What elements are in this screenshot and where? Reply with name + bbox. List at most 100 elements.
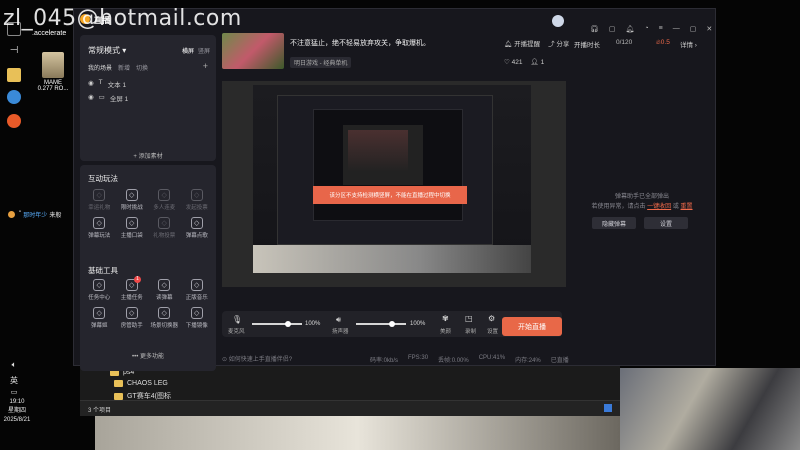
share-button[interactable]: ⤴ 分享 bbox=[548, 38, 569, 48]
item-count: 3 个项目 bbox=[88, 408, 112, 414]
tool-tile[interactable]: ◇ 礼物投票 bbox=[149, 217, 180, 239]
settings-icon[interactable]: ⚙︎ bbox=[488, 314, 495, 323]
background-photo-bottom bbox=[95, 415, 620, 450]
tool-tile[interactable]: ◇ 房管助手 bbox=[117, 307, 148, 329]
add-scene-icon[interactable]: + bbox=[203, 61, 208, 71]
go-live-button[interactable]: 开始直播 bbox=[502, 317, 562, 336]
more-tools-label: 更多功能 bbox=[139, 354, 164, 360]
tab-switch-scene[interactable]: 切换 bbox=[136, 63, 148, 72]
tool-tile-label: 幸运礼物 bbox=[88, 205, 111, 211]
notification-bell-icon[interactable]: 🔔︎ bbox=[626, 25, 635, 33]
tool-tile[interactable]: ◇ 弹幕玩法 bbox=[84, 217, 115, 239]
eye-icon[interactable]: ◉ bbox=[88, 93, 94, 103]
settings-button-label[interactable]: 设置 bbox=[487, 327, 498, 335]
tool-tile[interactable]: ◇ 幸运礼物 bbox=[84, 189, 115, 211]
chat-sender: 那时年少 bbox=[23, 212, 48, 219]
more-tools-button[interactable]: ••• 更多功能 bbox=[80, 351, 216, 360]
tool-tile[interactable]: ◇ 1 主播任务 bbox=[117, 276, 148, 301]
qq-browser-icon[interactable] bbox=[7, 90, 21, 104]
hide-danmaku-button[interactable]: 隐藏弹幕 bbox=[592, 217, 636, 229]
tool-tile[interactable]: ◇ 弹幕姬 bbox=[84, 307, 115, 329]
folder-icon bbox=[114, 380, 123, 387]
pin-icon[interactable]: ⊣ bbox=[7, 44, 21, 58]
notification-icon[interactable]: ▭ bbox=[0, 388, 28, 396]
add-source-button[interactable]: + 添加素材 bbox=[80, 151, 216, 160]
speaker-icon[interactable]: 🔊︎ bbox=[336, 315, 341, 325]
reset-link[interactable]: 重置 bbox=[681, 204, 693, 210]
volume-icon[interactable]: 🔈︎ bbox=[0, 360, 28, 370]
mic-icon[interactable]: 🎙︎ bbox=[232, 315, 242, 324]
tab-add-scene[interactable]: 新增 bbox=[118, 63, 130, 72]
menu-icon[interactable]: ≡ bbox=[659, 25, 663, 33]
tool-tile[interactable]: ◇ 下播镜像 bbox=[182, 307, 213, 329]
view-toggle-icon[interactable] bbox=[604, 404, 612, 412]
danmaku-settings-button[interactable]: 设置 bbox=[644, 217, 688, 229]
tool-tile-label: 发起投票 bbox=[185, 205, 208, 211]
file-explorer-icon[interactable] bbox=[7, 68, 21, 82]
recall-link[interactable]: 一键收回 bbox=[647, 204, 671, 210]
clock-weekday: 星期四 bbox=[7, 408, 26, 414]
tool-tile[interactable]: ◇ 正版音乐 bbox=[182, 279, 213, 301]
help-link[interactable]: ⊙ 如何快速上手直播伴侣? bbox=[222, 354, 292, 363]
orientation-landscape[interactable]: 横屏 bbox=[182, 46, 194, 55]
shield-icon: ◇ bbox=[125, 189, 138, 201]
clock[interactable]: 19:10 星期四 2025/8/21 bbox=[0, 398, 34, 425]
ime-indicator[interactable]: 英 bbox=[0, 375, 28, 386]
stream-stat-item: FPS:30 bbox=[408, 355, 429, 361]
mic-volume-handle[interactable] bbox=[285, 321, 291, 327]
orientation-portrait[interactable]: 竖屏 bbox=[198, 46, 210, 55]
tab-my-scenes[interactable]: 我的场景 bbox=[88, 63, 112, 72]
tool-tile[interactable]: ◇ 多人连麦 bbox=[149, 189, 180, 211]
tool-tile[interactable]: ◇ 读弹幕 bbox=[149, 279, 180, 301]
reminder-button[interactable]: 🔔︎ 开播提醒 bbox=[504, 38, 540, 48]
source-item[interactable]: ◉ T 文本 1 bbox=[88, 79, 126, 89]
desktop-icon-mame[interactable]: MAME 0.277 RO... bbox=[36, 52, 70, 92]
tool-tile[interactable]: ◇ 发起投票 bbox=[182, 189, 213, 211]
app-icon[interactable] bbox=[7, 114, 21, 128]
folder-icon bbox=[42, 52, 64, 78]
tool-tile-label: 场景切换器 bbox=[150, 323, 178, 329]
record-icon[interactable]: ◳ bbox=[465, 314, 473, 323]
source-item[interactable]: ◉ ▭ 全屏 1 bbox=[88, 93, 128, 103]
likes-count: 421 bbox=[511, 59, 523, 66]
stream-preview[interactable]: 该分区不支持检测横竖屏，不能在直播过程中切换 bbox=[222, 81, 566, 287]
mic-volume-slider[interactable] bbox=[252, 323, 302, 325]
source-label: 全屏 1 bbox=[109, 96, 129, 103]
tool-tile-label: 任务中心 bbox=[88, 295, 111, 301]
maximize-icon[interactable]: ▢ bbox=[690, 25, 697, 33]
close-icon[interactable]: ✕ bbox=[706, 25, 712, 33]
music-icon: ◇ bbox=[190, 217, 203, 229]
chat-notification[interactable]: '' 那时年少 来般 bbox=[0, 207, 80, 221]
notice-or: 或 bbox=[672, 204, 679, 210]
tool-tile[interactable]: ◇ 场景切换器 bbox=[149, 307, 180, 329]
likes-stat: ♡ 421 bbox=[504, 59, 523, 66]
stream-stats: ♡ 421 👤︎ 1 bbox=[504, 58, 544, 66]
tool-tile[interactable]: ◇ 任务中心 bbox=[84, 279, 115, 301]
stream-actions: 🔔︎ 开播提醒 ⤴ 分享 bbox=[504, 38, 569, 48]
clock-time: 19:10 bbox=[9, 399, 25, 405]
stream-title[interactable]: 不注意猛止，绝不轻易放弃攻关，争取爆机。 bbox=[290, 38, 430, 48]
background-photo bbox=[620, 368, 800, 450]
avatar[interactable] bbox=[552, 15, 564, 27]
stream-cover-thumbnail[interactable] bbox=[222, 33, 284, 69]
support-icon[interactable]: 🎧︎ bbox=[590, 25, 599, 33]
tool-tile[interactable]: ◇ 主播口袋 bbox=[117, 217, 148, 239]
tool-tile[interactable]: ◇ 弹幕点歌 bbox=[182, 217, 213, 239]
speaker-volume-handle[interactable] bbox=[389, 321, 395, 327]
tools-grid: ◇ 任务中心 ◇ 1 主播任务 ◇ 读弹幕 ◇ 正版音乐 ◇ 弹幕姬 ◇ 房管助手 ◇ 场景切换器 ◇ 下播镜像 bbox=[80, 276, 216, 329]
eye-icon[interactable]: ◉ bbox=[88, 79, 94, 89]
tool-tile[interactable]: ◇ 限时挑战 bbox=[117, 189, 148, 211]
detail-link[interactable]: 详情 › bbox=[680, 39, 697, 49]
viewers-stat: 👤︎ 1 bbox=[530, 59, 545, 66]
stream-category[interactable]: 明日游戏 - 经典单机 bbox=[290, 57, 352, 68]
minimize-icon[interactable]: — bbox=[673, 25, 680, 33]
skin-icon[interactable]: ◔ bbox=[644, 25, 648, 33]
beauty-button-label[interactable]: 美颜 bbox=[440, 327, 451, 335]
list-item[interactable]: CHAOS LEG bbox=[114, 380, 168, 387]
speaker-volume-slider[interactable] bbox=[356, 323, 406, 325]
beauty-icon[interactable]: ✾ bbox=[442, 314, 449, 323]
record-button-label[interactable]: 录制 bbox=[465, 327, 476, 335]
notice-prefix: 若使用异常，请点击 bbox=[591, 204, 646, 210]
mode-selector[interactable]: 常规模式 ▾ bbox=[88, 45, 126, 56]
message-icon[interactable]: ▢ bbox=[609, 25, 616, 33]
